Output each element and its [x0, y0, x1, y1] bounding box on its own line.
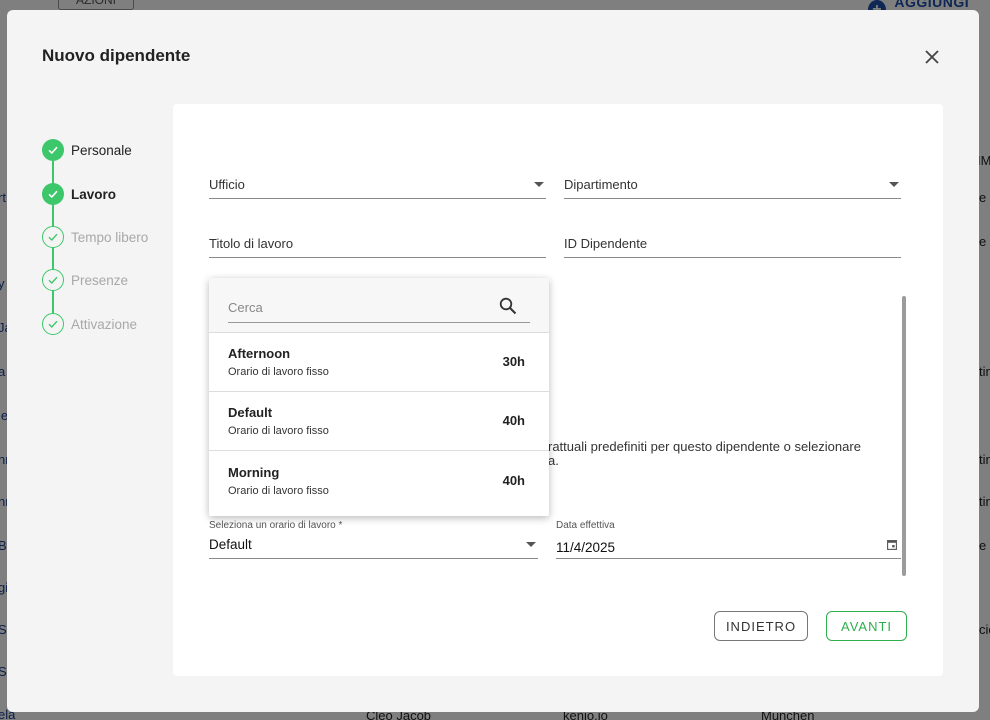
search-placeholder: Cerca	[228, 300, 263, 315]
work-schedule-select[interactable]: Seleziona un orario di lavoro * Default	[209, 519, 538, 559]
check-icon	[42, 226, 64, 248]
ufficio-label: Ufficio	[209, 177, 245, 192]
list-item[interactable]: Afternoon Orario di lavoro fisso 30h	[209, 333, 549, 392]
dipartimento-select[interactable]: Dipartimento	[564, 172, 901, 199]
chevron-down-icon	[534, 182, 544, 187]
next-button[interactable]: AVANTI	[826, 611, 907, 641]
effective-date-input[interactable]: Data effettiva 11/4/2025	[556, 519, 901, 559]
dipartimento-label: Dipartimento	[564, 177, 638, 192]
schedule-subtitle: Orario di lavoro fisso	[228, 366, 329, 378]
work-schedule-dropdown: Cerca Afternoon Orario di lavoro fisso 3…	[209, 278, 549, 516]
list-item[interactable]: Morning Orario di lavoro fisso 40h	[209, 452, 549, 516]
check-icon	[42, 139, 64, 161]
check-icon	[42, 313, 64, 335]
step-personale[interactable]: Personale	[42, 139, 132, 161]
step-tempo-libero[interactable]: Tempo libero	[42, 226, 148, 248]
work-schedule-value: Default	[209, 537, 252, 552]
schedule-subtitle: Orario di lavoro fisso	[228, 485, 329, 497]
employee-id-input[interactable]: ID Dipendente	[564, 231, 901, 258]
back-button[interactable]: INDIETRO	[714, 611, 808, 641]
schedule-title: Default	[228, 405, 273, 420]
work-schedule-label: Seleziona un orario di lavoro *	[209, 520, 343, 531]
close-button[interactable]	[921, 46, 943, 68]
calendar-icon[interactable]	[887, 539, 897, 550]
ufficio-select[interactable]: Ufficio	[209, 172, 546, 199]
effective-date-value: 11/4/2025	[556, 540, 616, 555]
check-icon	[42, 183, 64, 205]
step-presenze[interactable]: Presenze	[42, 269, 128, 291]
effective-date-label: Data effettiva	[556, 520, 615, 531]
job-title-input[interactable]: Titolo di lavoro	[209, 231, 546, 258]
check-icon	[42, 269, 64, 291]
dropdown-search-area: Cerca	[209, 278, 549, 333]
step-label: Lavoro	[71, 186, 117, 202]
schedule-hours: 40h	[502, 413, 525, 428]
step-label: Tempo libero	[71, 229, 149, 245]
employee-id-label: ID Dipendente	[564, 236, 648, 251]
scrollbar[interactable]	[902, 296, 906, 576]
search-icon[interactable]	[499, 297, 517, 315]
schedule-hours: 30h	[502, 354, 525, 369]
step-label: Personale	[71, 142, 132, 158]
search-input[interactable]: Cerca	[228, 293, 530, 323]
step-label: Presenze	[71, 272, 129, 288]
schedule-title: Afternoon	[228, 346, 291, 361]
dialog-title: Nuovo dipendente	[42, 46, 191, 65]
description-text: a.	[548, 453, 559, 468]
step-attivazione[interactable]: Attivazione	[42, 313, 137, 335]
close-icon	[925, 50, 939, 64]
list-item[interactable]: Default Orario di lavoro fisso 40h	[209, 392, 549, 451]
chevron-down-icon	[889, 182, 899, 187]
step-lavoro[interactable]: Lavoro	[42, 183, 116, 205]
schedule-subtitle: Orario di lavoro fisso	[228, 425, 329, 437]
description-text: rattuali predefiniti per questo dipenden…	[548, 439, 861, 454]
job-title-label: Titolo di lavoro	[209, 236, 294, 251]
step-label: Attivazione	[71, 316, 138, 332]
schedule-title: Morning	[228, 465, 280, 480]
chevron-down-icon	[526, 542, 536, 547]
schedule-hours: 40h	[502, 473, 525, 488]
